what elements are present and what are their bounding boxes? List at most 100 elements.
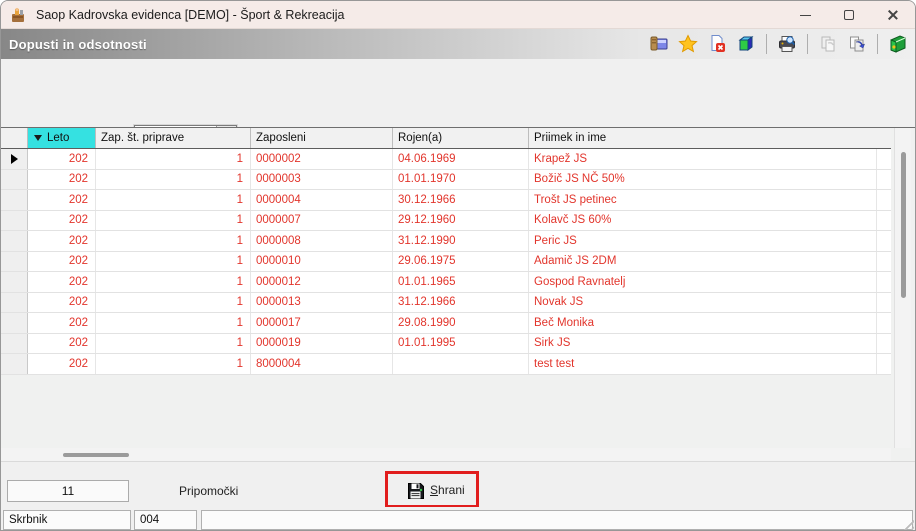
cell-zap[interactable]: 1 [96, 149, 251, 169]
table-row[interactable]: 202 1 0000019 01.01.1995 Sirk JS [1, 333, 891, 354]
cell-rojen[interactable]: 31.12.1990 [393, 231, 529, 251]
table-row[interactable]: 202 1 0000008 31.12.1990 Peric JS [1, 231, 891, 252]
cell-leto[interactable]: 202 [28, 149, 96, 169]
cell-zaposleni[interactable]: 0000017 [251, 313, 393, 333]
cell-leto[interactable]: 202 [28, 292, 96, 312]
cell-leto[interactable]: 202 [28, 190, 96, 210]
cell-zap[interactable]: 1 [96, 354, 251, 374]
cell-rojen[interactable] [393, 354, 529, 374]
cell-zaposleni[interactable]: 0000003 [251, 169, 393, 189]
table-row[interactable]: 202 1 0000013 31.12.1966 Novak JS [1, 292, 891, 313]
grid-header-filler [877, 128, 891, 148]
print-button[interactable] [776, 33, 798, 55]
cell-zaposleni[interactable]: 8000004 [251, 354, 393, 374]
cell-priimek[interactable]: Sirk JS [529, 333, 877, 353]
row-selector[interactable] [1, 354, 28, 374]
table-row[interactable]: 202 1 0000007 29.12.1960 Kolavč JS 60% [1, 210, 891, 231]
cell-zaposleni[interactable]: 0000019 [251, 333, 393, 353]
cell-priimek[interactable]: Božič JS NČ 50% [529, 169, 877, 189]
table-row[interactable]: 202 1 0000002 04.06.1969 Krapež JS [1, 149, 891, 170]
cell-zap[interactable]: 1 [96, 272, 251, 292]
grid-header-zap-st-priprave[interactable]: Zap. št. priprave [96, 128, 251, 148]
cell-zap[interactable]: 1 [96, 190, 251, 210]
cell-rojen[interactable]: 01.01.1995 [393, 333, 529, 353]
close-button[interactable] [871, 1, 915, 29]
grid-header-zaposleni[interactable]: Zaposleni [251, 128, 393, 148]
cell-rojen[interactable]: 31.12.1966 [393, 292, 529, 312]
row-selector[interactable] [1, 333, 28, 353]
favorites-button[interactable] [677, 33, 699, 55]
table-row[interactable]: 202 1 0000003 01.01.1970 Božič JS NČ 50% [1, 169, 891, 190]
table-row[interactable]: 202 1 0000012 01.01.1965 Gospod Ravnatelj [1, 272, 891, 293]
cell-zap[interactable]: 1 [96, 210, 251, 230]
cell-rojen[interactable]: 01.01.1970 [393, 169, 529, 189]
row-selector[interactable] [1, 251, 28, 271]
cell-leto[interactable]: 202 [28, 354, 96, 374]
cell-zap[interactable]: 1 [96, 333, 251, 353]
row-selector[interactable] [1, 169, 28, 189]
cell-zap[interactable]: 1 [96, 169, 251, 189]
cell-zaposleni[interactable]: 0000007 [251, 210, 393, 230]
maximize-button[interactable] [827, 1, 871, 29]
cell-priimek[interactable]: Kolavč JS 60% [529, 210, 877, 230]
cell-leto[interactable]: 202 [28, 333, 96, 353]
table-row[interactable]: 202 1 0000004 30.12.1966 Trošt JS petinec [1, 190, 891, 211]
transfer-button[interactable] [846, 33, 868, 55]
cell-leto[interactable]: 202 [28, 251, 96, 271]
cell-priimek[interactable]: Trošt JS petinec [529, 190, 877, 210]
cell-rojen[interactable]: 29.12.1960 [393, 210, 529, 230]
cell-zaposleni[interactable]: 0000012 [251, 272, 393, 292]
cube-button[interactable] [735, 33, 757, 55]
row-selector[interactable] [1, 210, 28, 230]
cell-rojen[interactable]: 30.12.1966 [393, 190, 529, 210]
table-row[interactable]: 202 1 8000004 test test [1, 354, 891, 375]
cell-rojen[interactable]: 04.06.1969 [393, 149, 529, 169]
cell-priimek[interactable]: test test [529, 354, 877, 374]
grid-header-rojen[interactable]: Rojen(a) [393, 128, 529, 148]
cell-priimek[interactable]: Peric JS [529, 231, 877, 251]
cell-leto[interactable]: 202 [28, 210, 96, 230]
cell-priimek[interactable]: Adamič JS 2DM [529, 251, 877, 271]
row-selector[interactable] [1, 313, 28, 333]
cell-zaposleni[interactable]: 0000004 [251, 190, 393, 210]
cell-priimek[interactable]: Gospod Ravnatelj [529, 272, 877, 292]
cell-zaposleni[interactable]: 0000013 [251, 292, 393, 312]
table-row[interactable]: 202 1 0000010 29.06.1975 Adamič JS 2DM [1, 251, 891, 272]
cell-zaposleni[interactable]: 0000010 [251, 251, 393, 271]
cell-zap[interactable]: 1 [96, 231, 251, 251]
cell-zap[interactable]: 1 [96, 292, 251, 312]
horizontal-scrollbar[interactable] [1, 448, 891, 462]
cell-priimek[interactable]: Beč Monika [529, 313, 877, 333]
cell-rojen[interactable]: 29.06.1975 [393, 251, 529, 271]
grid-header-leto[interactable]: Leto [28, 128, 96, 148]
row-selector[interactable] [1, 149, 28, 169]
cell-leto[interactable]: 202 [28, 313, 96, 333]
tools-menu-button[interactable]: Pripomočki [179, 484, 238, 498]
help-button[interactable] [887, 33, 909, 55]
cell-zaposleni[interactable]: 0000002 [251, 149, 393, 169]
cell-rojen[interactable]: 29.08.1990 [393, 313, 529, 333]
cell-priimek[interactable]: Novak JS [529, 292, 877, 312]
row-selector[interactable] [1, 190, 28, 210]
vertical-scrollbar[interactable] [894, 128, 911, 448]
row-selector[interactable] [1, 292, 28, 312]
save-button[interactable]: Shrani [399, 476, 473, 504]
minimize-button[interactable] [783, 1, 827, 29]
vertical-scrollbar-thumb[interactable] [901, 152, 906, 298]
grid-header-priimek-in-ime[interactable]: Priimek in ime [529, 128, 877, 148]
cell-leto[interactable]: 202 [28, 272, 96, 292]
cell-priimek[interactable]: Krapež JS [529, 149, 877, 169]
cell-leto[interactable]: 202 [28, 231, 96, 251]
table-row[interactable]: 202 1 0000017 29.08.1990 Beč Monika [1, 313, 891, 334]
cell-zap[interactable]: 1 [96, 313, 251, 333]
cell-rojen[interactable]: 01.01.1965 [393, 272, 529, 292]
row-selector[interactable] [1, 272, 28, 292]
cell-zap[interactable]: 1 [96, 251, 251, 271]
copy-button-disabled[interactable] [817, 33, 839, 55]
row-selector[interactable] [1, 231, 28, 251]
records-button[interactable] [648, 33, 670, 55]
remove-document-button[interactable] [706, 33, 728, 55]
horizontal-scrollbar-thumb[interactable] [63, 453, 129, 457]
cell-leto[interactable]: 202 [28, 169, 96, 189]
cell-zaposleni[interactable]: 0000008 [251, 231, 393, 251]
